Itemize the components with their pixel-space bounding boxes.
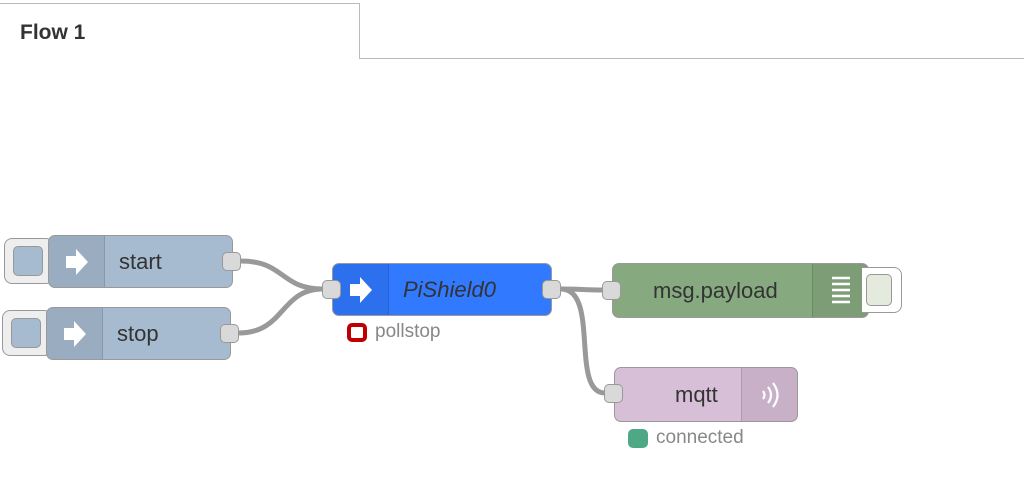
debug-toggle-button[interactable] <box>862 267 902 313</box>
wire-stop-pishield <box>236 286 326 336</box>
node-mqtt[interactable]: mqtt <box>614 367 798 422</box>
arrow-right-icon <box>333 264 389 315</box>
inject-button-start[interactable] <box>4 238 54 284</box>
output-port[interactable] <box>542 280 561 299</box>
status-dot-icon <box>628 428 648 448</box>
node-start[interactable]: start <box>48 235 233 288</box>
node-stop[interactable]: stop <box>46 307 231 360</box>
inject-button-stop[interactable] <box>2 310 52 356</box>
node-label: start <box>119 248 162 274</box>
output-port[interactable] <box>222 252 241 271</box>
radio-waves-icon <box>741 368 797 421</box>
node-label: mqtt <box>675 381 718 407</box>
arrow-right-icon <box>47 308 103 359</box>
node-label: msg.payload <box>653 277 778 303</box>
node-status: connected <box>628 427 744 449</box>
status-text: pollstop <box>375 321 441 342</box>
input-port[interactable] <box>322 280 341 299</box>
arrow-right-icon <box>49 236 105 287</box>
status-text: connected <box>656 427 744 448</box>
node-label: PiShield0 <box>403 276 496 302</box>
input-port[interactable] <box>602 281 621 300</box>
status-ring-icon <box>347 322 367 342</box>
wire-start-pishield <box>238 258 326 292</box>
wire-pishield-mqtt <box>558 286 608 396</box>
node-status: pollstop <box>347 321 441 343</box>
node-debug[interactable]: msg.payload <box>612 263 869 318</box>
output-port[interactable] <box>220 324 239 343</box>
node-label: stop <box>117 320 159 346</box>
input-port[interactable] <box>604 384 623 403</box>
list-icon <box>812 264 868 317</box>
node-pishield[interactable]: PiShield0 <box>332 263 552 316</box>
